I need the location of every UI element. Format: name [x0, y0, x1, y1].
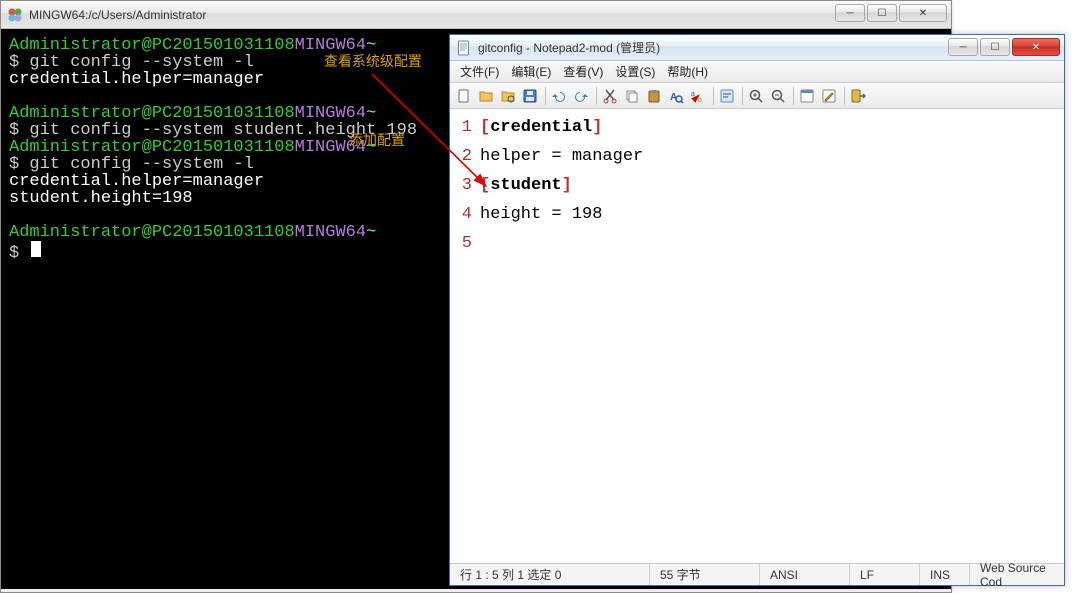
code-area[interactable]: [credential] helper = manager[student] h… — [480, 109, 643, 563]
line-number: 2 — [450, 142, 472, 171]
terminal-title: MINGW64:/c/Users/Administrator — [29, 8, 206, 22]
minimize-button[interactable]: ─ — [948, 38, 978, 56]
terminal-titlebar[interactable]: MINGW64:/c/Users/Administrator ─ ☐ ✕ — [1, 1, 951, 29]
find-icon[interactable]: A — [666, 86, 686, 106]
notepad-toolbar: Aab — [450, 83, 1064, 109]
code-line[interactable]: height = 198 — [480, 200, 643, 229]
toolbar-separator — [742, 87, 743, 105]
line-number: 4 — [450, 200, 472, 229]
notepad-title: gitconfig - Notepad2-mod (管理员) — [478, 39, 660, 56]
terminal-window-controls: ─ ☐ ✕ — [833, 4, 947, 22]
cut-icon[interactable] — [600, 86, 620, 106]
notepad-window: gitconfig - Notepad2-mod (管理员) ─ ☐ ✕ 文件(… — [449, 34, 1065, 586]
menu-help[interactable]: 帮助(H) — [661, 61, 714, 82]
close-button[interactable]: ✕ — [1012, 38, 1060, 56]
line-number: 5 — [450, 229, 472, 258]
wordwrap-icon[interactable] — [717, 86, 737, 106]
redo-icon[interactable] — [571, 86, 591, 106]
new-icon[interactable] — [454, 86, 474, 106]
menu-edit[interactable]: 编辑(E) — [505, 61, 557, 82]
maximize-button[interactable]: ☐ — [980, 38, 1010, 56]
status-ins[interactable]: INS — [920, 564, 970, 585]
close-button[interactable]: ✕ — [899, 4, 947, 22]
status-scheme[interactable]: Web Source Cod — [970, 564, 1064, 585]
toolbar-separator — [793, 87, 794, 105]
notepad-menubar: 文件(F) 编辑(E) 查看(V) 设置(S) 帮助(H) — [450, 61, 1064, 83]
menu-file[interactable]: 文件(F) — [454, 61, 505, 82]
customize-icon[interactable] — [819, 86, 839, 106]
code-line[interactable]: [student] — [480, 171, 643, 200]
terminal-app-icon — [7, 7, 23, 23]
line-number: 3 — [450, 171, 472, 200]
toolbar-separator — [844, 87, 845, 105]
undo-icon[interactable] — [549, 86, 569, 106]
toolbar-separator — [545, 87, 546, 105]
notepad-editor[interactable]: 12345 [credential] helper = manager[stud… — [450, 109, 1064, 563]
notepad-statusbar: 行 1 : 5 列 1 选定 0 55 字节 ANSI LF INS Web S… — [450, 563, 1064, 585]
terminal-cursor — [31, 241, 41, 257]
status-eol[interactable]: LF — [850, 564, 920, 585]
zoom-in-icon[interactable] — [746, 86, 766, 106]
minimize-button[interactable]: ─ — [835, 4, 865, 22]
menu-view[interactable]: 查看(V) — [557, 61, 609, 82]
paste-icon[interactable] — [644, 86, 664, 106]
open-icon[interactable] — [476, 86, 496, 106]
zoom-out-icon[interactable] — [768, 86, 788, 106]
status-encoding[interactable]: ANSI — [760, 564, 850, 585]
svg-text:b: b — [698, 97, 702, 104]
save-icon[interactable] — [520, 86, 540, 106]
code-line[interactable]: helper = manager — [480, 142, 643, 171]
exit-icon[interactable] — [848, 86, 868, 106]
line-number: 1 — [450, 113, 472, 142]
line-number-gutter: 12345 — [450, 109, 480, 563]
document-icon — [456, 40, 472, 56]
code-line[interactable]: [credential] — [480, 113, 643, 142]
maximize-button[interactable]: ☐ — [867, 4, 897, 22]
toolbar-separator — [713, 87, 714, 105]
code-line[interactable] — [480, 229, 643, 258]
svg-text:a: a — [691, 91, 695, 98]
status-position[interactable]: 行 1 : 5 列 1 选定 0 — [450, 564, 650, 585]
toolbar-separator — [596, 87, 597, 105]
copy-icon[interactable] — [622, 86, 642, 106]
status-bytes[interactable]: 55 字节 — [650, 564, 760, 585]
notepad-window-controls: ─ ☐ ✕ — [946, 38, 1060, 56]
menu-settings[interactable]: 设置(S) — [609, 61, 661, 82]
replace-icon[interactable]: ab — [688, 86, 708, 106]
browse-icon[interactable] — [498, 86, 518, 106]
notepad-titlebar[interactable]: gitconfig - Notepad2-mod (管理员) ─ ☐ ✕ — [450, 35, 1064, 61]
scheme-icon[interactable] — [797, 86, 817, 106]
